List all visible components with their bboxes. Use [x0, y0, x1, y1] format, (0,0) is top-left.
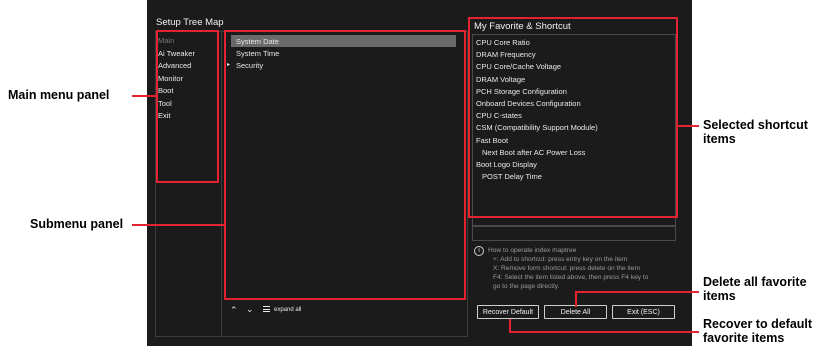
setup-tree-title: Setup Tree Map	[156, 17, 224, 28]
collapse-all-icon[interactable]: ⌃	[230, 306, 238, 315]
callout-line-text: Selected shortcut	[703, 118, 808, 132]
expand-all-chevron-icon[interactable]: ⌄	[246, 305, 254, 314]
tree-divider	[221, 31, 222, 337]
callout-line	[132, 95, 157, 97]
help-line: +: Add to shortcut: press entry key on t…	[493, 256, 628, 263]
favorites-highlight	[468, 17, 678, 218]
help-text: How to operate index maptree +: Add to s…	[488, 246, 648, 291]
callout-line	[678, 125, 699, 127]
delete-all-button[interactable]: Delete All	[544, 305, 607, 319]
expand-all-label[interactable]: expand all	[274, 307, 301, 313]
callout-selected-shortcut: Selected shortcut items	[703, 118, 808, 146]
bios-screenshot: Setup Tree Map Main Ai Tweaker Advanced …	[147, 0, 692, 346]
callout-line	[509, 331, 699, 333]
exit-button[interactable]: Exit (ESC)	[612, 305, 675, 319]
callout-recover: Recover to default favorite items	[703, 317, 812, 345]
callout-line-text: items	[703, 132, 736, 146]
callout-line	[132, 224, 225, 226]
info-icon: i	[474, 246, 484, 256]
callout-submenu: Submenu panel	[30, 217, 124, 231]
help-line: go to the page directly.	[493, 283, 560, 290]
callout-main-menu: Main menu panel	[8, 88, 110, 102]
submenu-highlight	[224, 30, 466, 300]
list-icon	[263, 306, 270, 312]
recover-default-button[interactable]: Recover Default	[477, 305, 539, 319]
callout-line	[575, 291, 699, 293]
callout-delete-all: Delete all favorite items	[703, 275, 807, 303]
callout-line-text: items	[703, 289, 736, 303]
callout-line	[575, 291, 577, 307]
callout-line-text: Recover to default	[703, 317, 813, 331]
callout-line-text: Delete all favorite	[703, 275, 807, 289]
main-menu-highlight	[156, 30, 219, 183]
help-line: F4: Select the item listed above, then p…	[493, 274, 649, 281]
help-line: How to operate index maptree	[488, 247, 577, 254]
favorites-detail-frame	[472, 226, 676, 241]
help-line: X: Remove form shortcut: press delete on…	[493, 265, 640, 272]
callout-line-text: favorite items	[703, 331, 785, 345]
